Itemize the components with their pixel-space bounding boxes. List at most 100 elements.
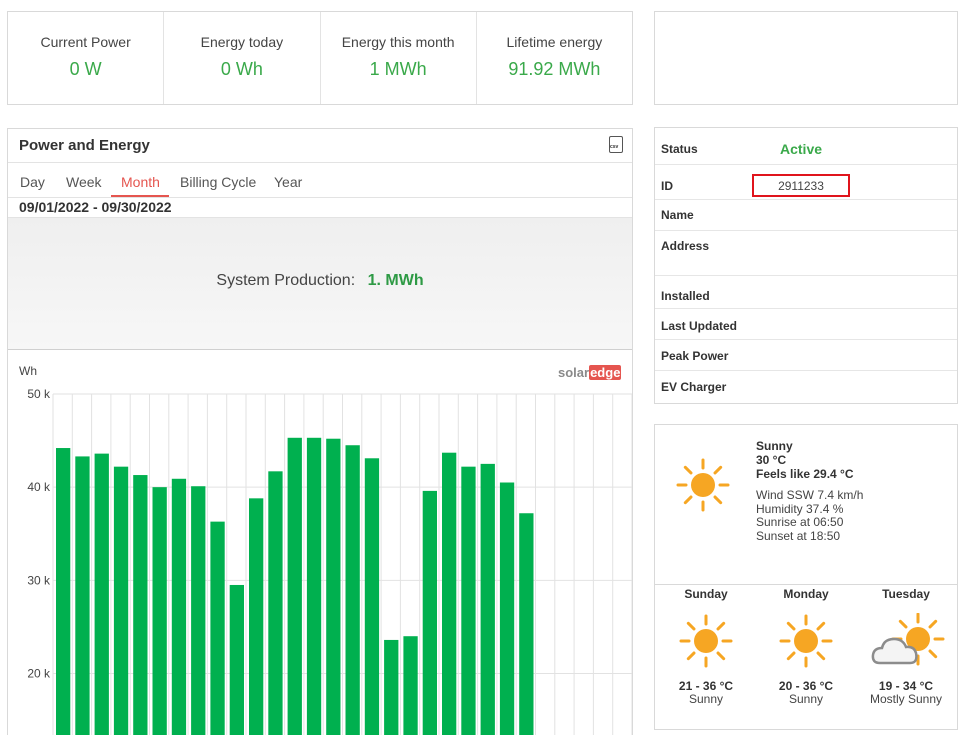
forecast-day: Sunday 21 - 36 °C Sunny bbox=[656, 585, 756, 729]
tab-day[interactable]: Day bbox=[20, 174, 45, 190]
lifetime-energy-card: Lifetime energy 91.92 MWh bbox=[477, 12, 632, 104]
chart-bar[interactable] bbox=[442, 452, 457, 735]
chart-bar[interactable] bbox=[422, 490, 437, 735]
peak-power-label: Peak Power bbox=[661, 349, 729, 363]
energy-month-card: Energy this month 1 MWh bbox=[321, 12, 477, 104]
wind: Wind SSW 7.4 km/h bbox=[756, 488, 864, 502]
info-row-peak-power: Peak Power bbox=[655, 340, 957, 371]
forecast-day: Monday 20 - 36 °C Sunny bbox=[756, 585, 856, 729]
info-row-ev-charger: EV Charger bbox=[655, 371, 957, 403]
energy-today-value: 0 Wh bbox=[220, 59, 263, 79]
chart-bar[interactable] bbox=[210, 521, 225, 735]
chart-bar[interactable] bbox=[461, 466, 476, 735]
energy-today-card: Energy today 0 Wh bbox=[164, 12, 321, 104]
csv-download-icon[interactable] bbox=[609, 136, 623, 153]
forecast-desc: Mostly Sunny bbox=[869, 692, 943, 706]
forecast-day: Tuesday 19 - 34 °C Mostly Sunny bbox=[856, 585, 956, 729]
system-production-label: System Production: bbox=[216, 272, 356, 289]
energy-month-value: 1 MWh bbox=[369, 59, 427, 79]
active-tab-indicator bbox=[111, 195, 169, 197]
chart-bar[interactable] bbox=[113, 466, 129, 735]
current-power-card: Current Power 0 W bbox=[8, 12, 165, 104]
energy-chart: 50 k 40 k 30 k 20 k Wh solaredge bbox=[8, 350, 632, 735]
chart-bar[interactable] bbox=[326, 438, 341, 735]
forecast-temp: 20 - 36 °C bbox=[778, 679, 834, 693]
weather-panel: Sunny 30 °C Feels like 29.4 °C Wind SSW … bbox=[654, 424, 958, 730]
last-updated-label: Last Updated bbox=[661, 319, 738, 333]
chart-bar[interactable] bbox=[229, 584, 244, 735]
id-label: ID bbox=[661, 179, 673, 193]
lifetime-energy-value: 91.92 MWh bbox=[508, 59, 601, 79]
chart-bar[interactable] bbox=[499, 482, 515, 735]
y-tick-label: 50 k bbox=[27, 387, 51, 401]
forecast-desc: Sunny bbox=[688, 692, 724, 706]
chart-bar[interactable] bbox=[249, 498, 264, 735]
chart-bar[interactable] bbox=[268, 471, 283, 735]
y-tick-label: 40 k bbox=[27, 480, 51, 494]
info-row-address: Address bbox=[655, 231, 957, 276]
sun-icon bbox=[676, 458, 730, 512]
chart-bar[interactable] bbox=[480, 463, 495, 735]
current-power-value: 0 W bbox=[69, 59, 102, 79]
chart-bar[interactable] bbox=[171, 478, 187, 735]
tab-month[interactable]: Month bbox=[121, 174, 160, 190]
current-power-label: Current Power bbox=[40, 34, 131, 50]
feels-like: Feels like 29.4 °C bbox=[756, 467, 854, 481]
forecast-temp: 21 - 36 °C bbox=[678, 679, 734, 693]
tab-billing-cycle[interactable]: Billing Cycle bbox=[180, 174, 256, 190]
chart-bar[interactable] bbox=[306, 437, 322, 735]
y-tick-label: 20 k bbox=[27, 666, 51, 680]
sun-icon bbox=[679, 614, 733, 668]
status-value: Active bbox=[780, 141, 823, 157]
chart-bar[interactable] bbox=[94, 453, 109, 735]
tab-year[interactable]: Year bbox=[274, 174, 302, 190]
status-label: Status bbox=[661, 142, 698, 156]
address-label: Address bbox=[661, 239, 710, 253]
sunset: Sunset at 18:50 bbox=[756, 529, 841, 543]
chart-bar[interactable] bbox=[75, 456, 90, 735]
empty-panel bbox=[654, 11, 958, 105]
chart-bar[interactable] bbox=[191, 486, 206, 735]
humidity: Humidity 37.4 % bbox=[756, 502, 844, 516]
energy-bar-chart: 50 k 40 k 30 k 20 k bbox=[27, 387, 632, 735]
system-production-box: System Production: 1. MWh bbox=[8, 217, 632, 350]
forecast-day-name: Sunday bbox=[684, 587, 728, 601]
tab-week[interactable]: Week bbox=[66, 174, 102, 190]
ev-charger-label: EV Charger bbox=[661, 380, 727, 394]
info-row-status: Status Active bbox=[655, 128, 957, 165]
forecast-desc: Sunny bbox=[788, 692, 824, 706]
current-temp: 30 °C bbox=[756, 453, 787, 467]
system-production-value: 1. MWh bbox=[367, 272, 424, 289]
panel-header: Power and Energy bbox=[8, 129, 632, 163]
energy-summary-panel: Current Power 0 W Energy today 0 Wh Ener… bbox=[7, 11, 633, 105]
forecast-day-name: Monday bbox=[783, 587, 829, 601]
chart-bar[interactable] bbox=[287, 437, 302, 735]
chart-bar[interactable] bbox=[345, 445, 360, 735]
info-row-last-updated: Last Updated bbox=[655, 309, 957, 340]
forecast-temp: 19 - 34 °C bbox=[878, 679, 934, 693]
chart-bar[interactable] bbox=[152, 487, 167, 735]
info-row-installed: Installed bbox=[655, 276, 957, 309]
info-row-name: Name bbox=[655, 200, 957, 231]
chart-bar[interactable] bbox=[519, 513, 534, 735]
date-range: 09/01/2022 - 09/30/2022 bbox=[19, 199, 172, 215]
chart-bar[interactable] bbox=[56, 448, 71, 735]
name-label: Name bbox=[661, 208, 694, 222]
chart-bar[interactable] bbox=[403, 636, 418, 735]
partly-cloudy-icon bbox=[871, 613, 945, 666]
id-highlight-box: 2911233 bbox=[752, 174, 850, 197]
energy-today-label: Energy today bbox=[200, 34, 284, 50]
site-info-panel: Status Active ID 2911233 Name Address In… bbox=[654, 127, 958, 404]
chart-bar[interactable] bbox=[364, 458, 380, 735]
y-tick-label: 30 k bbox=[27, 573, 51, 587]
chart-bar[interactable] bbox=[384, 639, 399, 735]
panel-title: Power and Energy bbox=[19, 137, 150, 154]
chart-bar[interactable] bbox=[133, 475, 148, 735]
energy-month-label: Energy this month bbox=[341, 34, 455, 50]
solaredge-logo: solaredge bbox=[558, 365, 622, 380]
y-axis-label: Wh bbox=[19, 364, 37, 378]
sunrise: Sunrise at 06:50 bbox=[756, 515, 844, 529]
period-tabs: Day Week Month Billing Cycle Year bbox=[8, 163, 632, 198]
installed-label: Installed bbox=[661, 289, 710, 303]
id-value: 2911233 bbox=[778, 179, 824, 193]
